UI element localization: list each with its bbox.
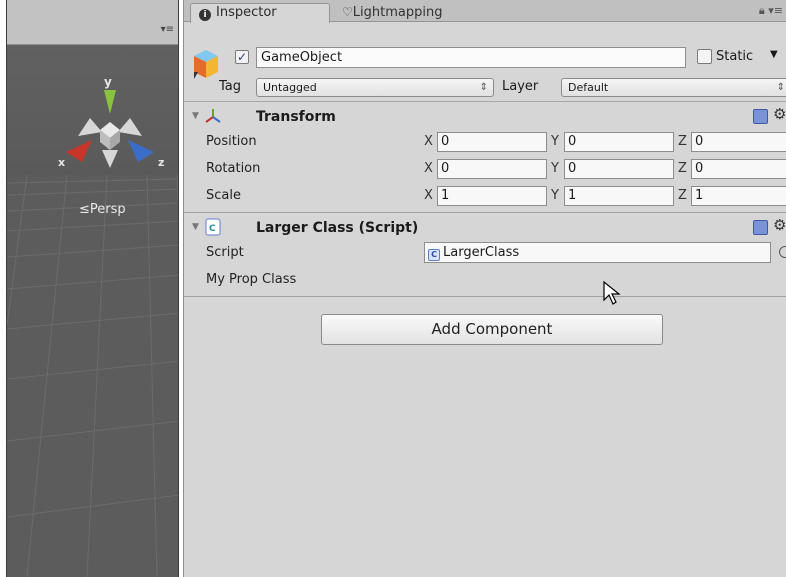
axis-z-label: Z [678, 134, 687, 149]
updown-arrows-icon: ⇕ [479, 82, 488, 93]
transform-header[interactable]: ▼ Transform ⚙ [184, 104, 786, 130]
tab-inspector[interactable]: i Inspector [190, 3, 330, 23]
component-divider [184, 296, 786, 297]
gizmo-x-cone[interactable] [66, 140, 92, 162]
gizmo-y-cone[interactable] [104, 90, 116, 114]
object-picker-icon[interactable] [779, 246, 786, 258]
scene-toolbar: ▾≡ [7, 0, 178, 45]
scene-grid [7, 175, 178, 577]
static-dropdown-arrow[interactable]: ▼ [770, 49, 778, 60]
my-prop-class-label: My Prop Class [206, 272, 297, 287]
position-y-field[interactable]: 0 [564, 132, 674, 152]
inspector-tabbar: i Inspector ♡Lightmapping 🔒︎ ▾≡ [184, 0, 786, 23]
axis-y-label: Y [551, 134, 559, 149]
axis-x-label: X [424, 161, 433, 176]
rotation-y-field[interactable]: 0 [564, 159, 674, 179]
gear-icon[interactable]: ⚙ [773, 105, 786, 123]
layer-dropdown-value: Default [568, 81, 609, 94]
help-book-icon[interactable] [753, 109, 768, 124]
scale-label: Scale [206, 188, 241, 203]
axis-y-label: Y [551, 161, 559, 176]
svg-text:C: C [209, 224, 216, 234]
list-menu-icon[interactable]: ▾≡ [161, 24, 174, 35]
axis-x-label: X [424, 134, 433, 149]
rotation-z-field[interactable]: 0 [691, 159, 786, 179]
transform-title: Transform [256, 109, 336, 125]
gear-icon[interactable]: ⚙ [773, 216, 786, 234]
scene-gizmo[interactable]: y x z [52, 70, 179, 190]
persp-label[interactable]: ≤Persp [79, 202, 126, 217]
layer-dropdown[interactable]: Default ⇕ [561, 78, 786, 97]
updown-arrows-icon: ⇕ [776, 82, 785, 93]
scene-view[interactable]: ▾≡ y x z ≤Persp [6, 0, 179, 577]
foldout-triangle-icon[interactable]: ▼ [192, 111, 199, 121]
tag-dropdown-value: Untagged [263, 81, 317, 94]
tab-inspector-label: Inspector [216, 5, 277, 20]
tab-lightmapping-label: Lightmapping [352, 5, 443, 20]
tag-dropdown[interactable]: Untagged ⇕ [256, 78, 494, 97]
mouse-cursor-icon [603, 280, 621, 305]
position-label: Position [206, 134, 257, 149]
gizmo-axis-z-label: z [158, 156, 164, 169]
scale-z-field[interactable]: 1 [691, 186, 786, 206]
gizmo-axis-x-label: x [58, 156, 65, 169]
help-book-icon[interactable] [753, 220, 768, 235]
lightbulb-icon: ♡ [342, 5, 353, 19]
inspector-panel: i Inspector ♡Lightmapping 🔒︎ ▾≡ ✓ GameObj… [183, 0, 786, 577]
info-icon: i [199, 9, 211, 21]
add-component-button[interactable]: Add Component [321, 314, 663, 345]
position-x-field[interactable]: 0 [437, 132, 547, 152]
script-component-title: Larger Class (Script) [256, 220, 419, 236]
axis-z-label: Z [678, 188, 687, 203]
foldout-triangle-icon[interactable]: ▼ [192, 222, 199, 232]
script-object-field[interactable]: C LargerClass [424, 242, 771, 263]
csharp-script-icon: C [205, 218, 221, 236]
layer-label: Layer [502, 79, 539, 94]
script-object-value: LargerClass [443, 245, 520, 260]
rotation-label: Rotation [206, 161, 261, 176]
gameobject-cube-icon [194, 50, 218, 79]
csharp-script-icon: C [428, 249, 440, 261]
lock-icon[interactable]: 🔒︎ ▾≡ [759, 4, 783, 18]
script-label: Script [206, 245, 244, 260]
component-divider [184, 212, 786, 213]
static-label: Static [716, 49, 754, 64]
scale-x-field[interactable]: 1 [437, 186, 547, 206]
scale-y-field[interactable]: 1 [564, 186, 674, 206]
gizmo-axis-y-label: y [104, 75, 112, 89]
rotation-x-field[interactable]: 0 [437, 159, 547, 179]
transform-axes-icon [205, 109, 221, 123]
axis-y-label: Y [551, 188, 559, 203]
tag-label: Tag [219, 79, 242, 94]
tab-lightmapping[interactable]: ♡Lightmapping [334, 3, 474, 23]
axis-x-label: X [424, 188, 433, 203]
gameobject-header: ✓ GameObject Static ▼ Tag Untagged ⇕ Lay… [184, 22, 786, 102]
gameobject-active-checkbox[interactable]: ✓ [235, 50, 249, 64]
static-checkbox[interactable] [697, 49, 712, 64]
position-z-field[interactable]: 0 [691, 132, 786, 152]
axis-z-label: Z [678, 161, 687, 176]
gameobject-name-input[interactable]: GameObject [256, 47, 686, 68]
gizmo-z-cone[interactable] [128, 140, 154, 162]
script-component-header[interactable]: ▼ C Larger Class (Script) ⚙ [184, 215, 786, 241]
